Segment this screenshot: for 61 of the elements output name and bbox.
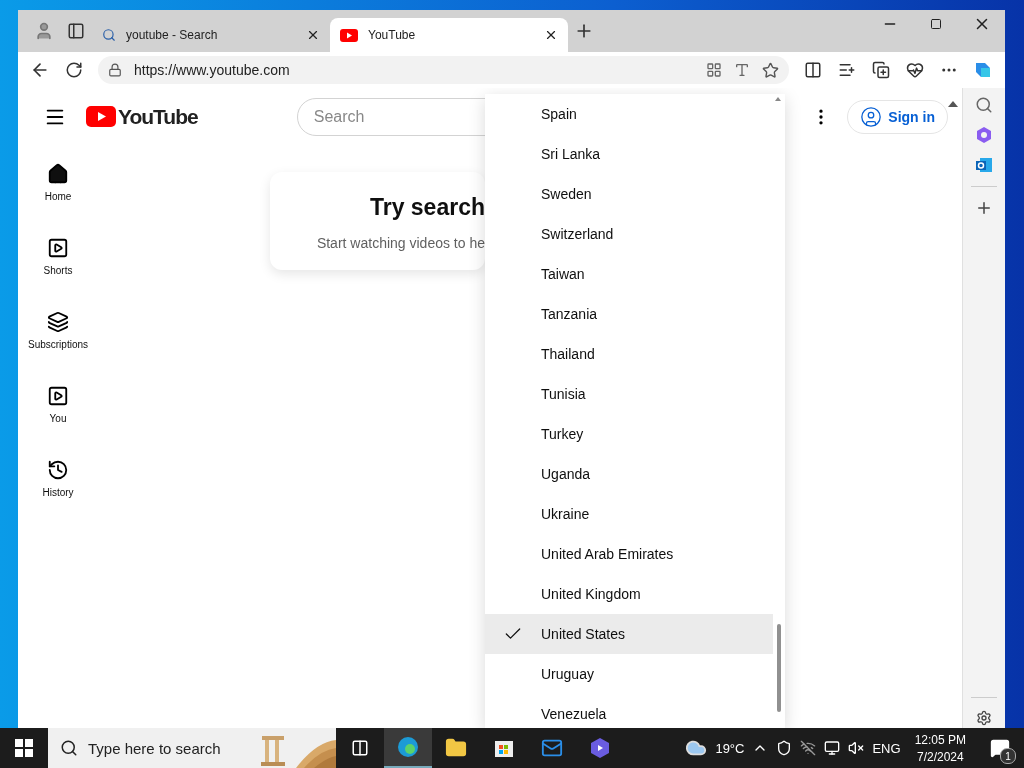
monitor-icon[interactable] (824, 740, 841, 756)
language-text[interactable]: ENG (872, 740, 901, 756)
browser-tab[interactable]: YouTube (330, 18, 568, 52)
home-icon (47, 163, 69, 185)
country-option[interactable]: United Kingdom (485, 574, 773, 614)
lock-icon (108, 63, 122, 77)
country-option[interactable]: Turkey (485, 414, 773, 454)
country-option[interactable]: Tanzania (485, 294, 773, 334)
search-icon[interactable] (975, 96, 993, 114)
scrollbar-thumb[interactable] (777, 624, 781, 712)
notification-count: 1 (1000, 748, 1016, 764)
favorite-icon[interactable] (762, 61, 779, 79)
country-option[interactable]: Uganda (485, 454, 773, 494)
country-option[interactable]: Uruguay (485, 654, 773, 694)
weather-text[interactable]: 19°C (715, 740, 745, 756)
taskbar-search-field[interactable]: Type here to search (48, 728, 336, 768)
search-icon (102, 28, 116, 42)
country-option[interactable]: Thailand (485, 334, 773, 374)
shield-icon[interactable] (776, 740, 793, 756)
logo[interactable]: YouTube (86, 104, 198, 129)
date-text[interactable]: 7/2/2024 (916, 749, 964, 764)
card-text: Start watching videos to he (316, 235, 485, 251)
url-text: https://www.youtube.com (134, 62, 291, 78)
subscriptions-icon (47, 311, 69, 333)
user-icon (860, 105, 883, 128)
browser-tab[interactable]: youtube - Search (92, 18, 330, 52)
guide-item[interactable]: Home (18, 159, 98, 233)
country-option[interactable]: Venezuela (485, 694, 773, 728)
hexagon-logo-icon[interactable] (975, 126, 993, 144)
settings-icon[interactable] (976, 710, 992, 726)
library-icon (47, 385, 69, 407)
country-option[interactable]: Tunisia (485, 374, 773, 414)
close-icon[interactable] (544, 28, 558, 42)
time-text[interactable]: 12:05 PM (914, 732, 966, 747)
country-option[interactable]: Taiwan (485, 254, 773, 294)
country-option[interactable]: Ukraine (485, 494, 773, 534)
windows-logo-icon[interactable] (15, 739, 33, 757)
country-option[interactable]: United States (485, 614, 773, 654)
network-off-icon[interactable] (800, 740, 817, 756)
guide-item[interactable]: Subscriptions (18, 307, 98, 381)
country-option[interactable]: Sweden (485, 174, 773, 214)
volume-muted-icon[interactable] (848, 740, 865, 756)
play-logo-icon (340, 28, 358, 42)
country-option[interactable]: Sri Lanka (485, 134, 773, 174)
country-option[interactable]: Switzerland (485, 214, 773, 254)
guide-item[interactable]: History (18, 455, 98, 529)
shorts-icon (47, 237, 69, 259)
apps-icon[interactable] (706, 62, 722, 78)
history-icon (47, 459, 69, 481)
browser-app-icon[interactable] (384, 728, 432, 768)
add-icon[interactable] (975, 199, 993, 217)
card-title: Try search (369, 194, 485, 221)
sign-in-button[interactable]: Sign in (847, 99, 948, 134)
country-option[interactable]: United Arab Emirates (485, 534, 773, 574)
read-aloud-icon[interactable] (734, 62, 750, 78)
close-icon[interactable] (306, 28, 320, 42)
search-icon (60, 739, 78, 757)
guide-item[interactable]: Shorts (18, 233, 98, 307)
address-bar[interactable]: https://www.youtube.com (98, 56, 789, 84)
mail-logo-icon[interactable] (975, 156, 993, 174)
guide-item[interactable]: You (18, 381, 98, 455)
